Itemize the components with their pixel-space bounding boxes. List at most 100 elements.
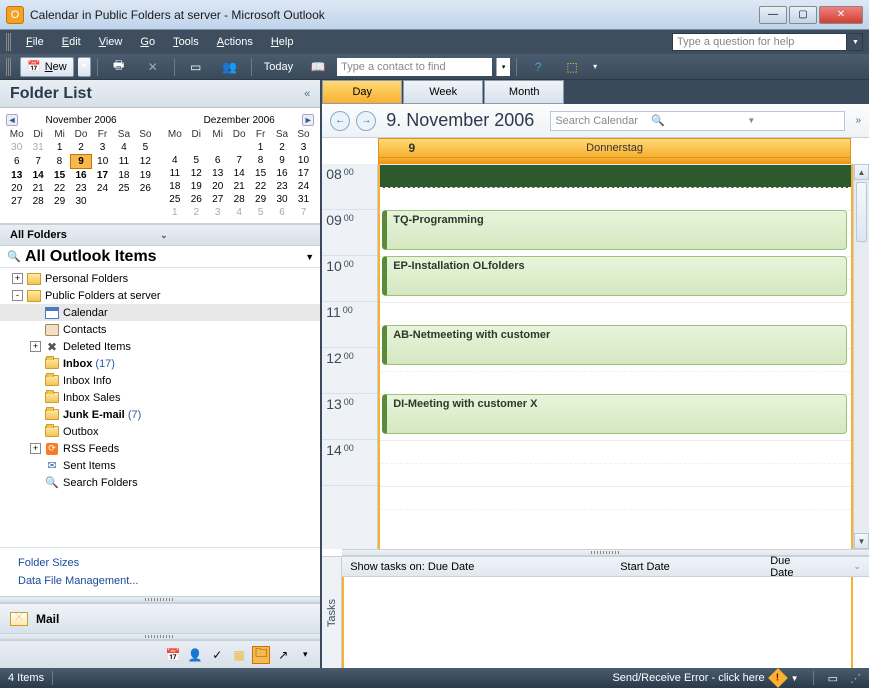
calendar-day[interactable]: 31 (27, 141, 48, 155)
calendar-day[interactable]: 17 (92, 169, 113, 183)
folder-tree-item[interactable]: ✉Sent Items (0, 457, 320, 474)
folder-tree-item[interactable]: Inbox Sales (0, 389, 320, 406)
folder-tree-item[interactable]: Calendar (0, 304, 320, 321)
calendar-module-icon[interactable]: 📅 (164, 646, 182, 664)
new-button[interactable]: 📅 New (20, 57, 74, 77)
calendar-day[interactable]: 3 (92, 141, 113, 155)
warning-icon[interactable]: ! (768, 668, 788, 688)
calendar-day[interactable]: 2 (186, 206, 207, 219)
calendar-day[interactable]: 25 (164, 193, 185, 206)
calendar-day[interactable]: 8 (49, 155, 70, 169)
menu-grip[interactable] (6, 33, 12, 51)
calendar-day[interactable]: 27 (207, 193, 228, 206)
folder-tree-item[interactable]: Inbox Info (0, 372, 320, 389)
calendar-day[interactable]: 26 (186, 193, 207, 206)
calendar-day[interactable]: 20 (6, 182, 27, 195)
folder-tree-item[interactable]: +Personal Folders (0, 270, 320, 287)
contacts-module-icon[interactable]: 👤 (186, 646, 204, 664)
calendar-day[interactable]: 1 (49, 141, 70, 155)
calendar-day[interactable]: 4 (164, 154, 185, 167)
tasks-module-icon[interactable]: ✓ (208, 646, 226, 664)
calendar-day[interactable]: 2 (70, 141, 91, 155)
calendar-day[interactable]: 18 (113, 169, 134, 183)
calendar-day[interactable]: 19 (135, 169, 156, 183)
calendar-day[interactable]: 29 (49, 195, 70, 208)
calendar-day[interactable] (207, 141, 228, 154)
scroll-down-button[interactable]: ▼ (854, 533, 869, 549)
calendar-day[interactable] (164, 141, 185, 154)
calendar-day[interactable]: 9 (271, 154, 292, 167)
tasks-col-start[interactable]: Start Date (620, 561, 710, 573)
calendar-search-input[interactable]: Search Calendar 🔍 ▼ (550, 111, 845, 131)
tree-expander[interactable]: + (30, 341, 41, 352)
calendar-day[interactable]: 21 (27, 182, 48, 195)
dropdown-icon[interactable]: ▼ (305, 252, 314, 262)
calendar-day[interactable]: 23 (70, 182, 91, 195)
folder-sizes-link[interactable]: Folder Sizes (0, 554, 320, 572)
shortcuts-module-icon[interactable]: ↗ (274, 646, 292, 664)
menu-edit[interactable]: Edit (54, 34, 89, 50)
customize-button[interactable]: ⬚ (557, 57, 587, 77)
new-button-dropdown[interactable]: ▼ (78, 57, 91, 77)
next-month-button[interactable]: ► (302, 114, 314, 126)
tree-expander[interactable]: + (12, 273, 23, 284)
calendar-day[interactable]: 8 (250, 154, 271, 167)
today-button[interactable]: Today (258, 57, 299, 77)
calendar-day[interactable]: 24 (293, 180, 314, 193)
calendar-day[interactable]: 29 (250, 193, 271, 206)
tasks-list[interactable] (342, 577, 853, 668)
calendar-day[interactable]: 10 (92, 155, 113, 169)
tree-expander[interactable]: - (12, 290, 23, 301)
help-button[interactable]: ? (523, 57, 553, 77)
menu-file[interactable]: File (18, 34, 52, 50)
print-button[interactable]: 🖶 (104, 57, 134, 77)
calendar-day[interactable] (92, 195, 113, 208)
calendar-day[interactable]: 11 (113, 155, 134, 169)
calendar-day[interactable] (186, 141, 207, 154)
data-file-management-link[interactable]: Data File Management... (0, 572, 320, 590)
help-search-dropdown[interactable]: ▼ (849, 33, 863, 51)
status-error-text[interactable]: Send/Receive Error - click here (612, 672, 764, 684)
vertical-scrollbar[interactable]: ▲ ▼ (853, 164, 869, 549)
calendar-day[interactable]: 9 (70, 155, 91, 169)
toolbar-grip[interactable] (6, 58, 12, 76)
mail-module-button[interactable]: Mail (0, 603, 320, 633)
calendar-day[interactable]: 5 (135, 141, 156, 155)
calendar-day[interactable]: 17 (293, 167, 314, 180)
calendar-day[interactable]: 13 (207, 167, 228, 180)
menu-help[interactable]: Help (263, 34, 302, 50)
appointment[interactable]: DI-Meeting with customer X (382, 394, 847, 434)
calendar-day[interactable]: 18 (164, 180, 185, 193)
categorize-button[interactable]: ▭ (181, 57, 211, 77)
nav-splitter[interactable] (0, 596, 320, 603)
next-day-button[interactable]: → (356, 111, 376, 131)
calendar-day[interactable]: 3 (207, 206, 228, 219)
tasks-col-due[interactable]: Due Date (770, 555, 793, 579)
prev-month-button[interactable]: ◄ (6, 114, 18, 126)
scroll-up-button[interactable]: ▲ (854, 164, 869, 180)
permissions-button[interactable]: 👥 (215, 57, 245, 77)
calendar-day[interactable]: 12 (186, 167, 207, 180)
resize-grip-icon[interactable]: ⋰ (850, 672, 861, 685)
appointment-area[interactable]: TQ-ProgrammingEP-Installation OLfoldersA… (378, 164, 853, 549)
calendar-day[interactable]: 22 (250, 180, 271, 193)
calendar-day[interactable]: 7 (228, 154, 249, 167)
appointment[interactable]: TQ-Programming (382, 210, 847, 250)
calendar-day[interactable]: 2 (271, 141, 292, 154)
tab-month[interactable]: Month (484, 80, 564, 104)
calendar-day[interactable]: 7 (293, 206, 314, 219)
close-button[interactable]: ✕ (819, 6, 863, 24)
calendar-day[interactable]: 15 (49, 169, 70, 183)
calendar-day[interactable]: 6 (207, 154, 228, 167)
calendar-day[interactable]: 3 (293, 141, 314, 154)
appointment[interactable]: AB-Netmeeting with customer (382, 325, 847, 365)
minimize-button[interactable]: — (759, 6, 787, 24)
calendar-day[interactable]: 11 (164, 167, 185, 180)
menu-actions[interactable]: Actions (209, 34, 261, 50)
search-dropdown-icon[interactable]: ▼ (747, 116, 840, 125)
calendar-day[interactable]: 5 (186, 154, 207, 167)
calendar-day[interactable]: 25 (113, 182, 134, 195)
calendar-day[interactable]: 28 (228, 193, 249, 206)
folders-module-icon[interactable]: 🗀 (252, 646, 270, 664)
folder-tree-item[interactable]: Contacts (0, 321, 320, 338)
